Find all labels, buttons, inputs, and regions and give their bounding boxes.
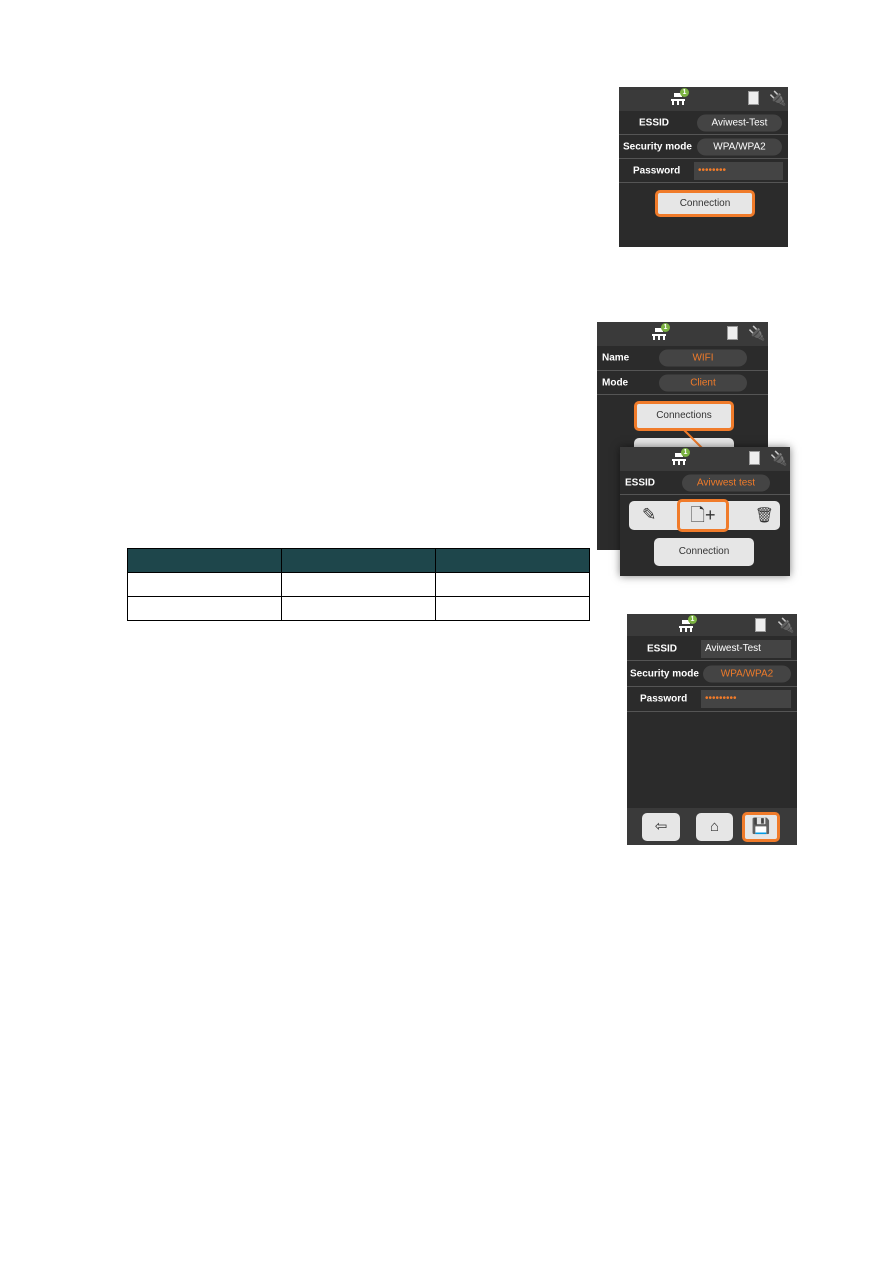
security-value[interactable]: WPA/WPA2 bbox=[697, 138, 782, 155]
wifi-connect-panel: 1 🔌 ESSID Aviwest-Test Security mode WPA… bbox=[619, 87, 788, 247]
mode-label: Mode bbox=[602, 377, 629, 388]
back-icon[interactable]: ⇦ bbox=[642, 813, 680, 841]
plug-icon[interactable]: 🔌 bbox=[770, 450, 787, 467]
add-file-icon[interactable]: 🗋+ bbox=[677, 499, 729, 532]
essid-label: ESSID bbox=[639, 117, 670, 129]
essid-row: ESSID Avivwest test bbox=[620, 471, 790, 495]
document-icon[interactable] bbox=[755, 618, 766, 632]
document-icon[interactable] bbox=[727, 326, 738, 340]
connections-popup: 1 🔌 ESSID Avivwest test ✎ 🗋+ 🗑 Connectio… bbox=[620, 447, 790, 576]
connections-button[interactable]: Connections bbox=[634, 401, 734, 431]
wifi-edit-panel: 1 🔌 ESSID Aviwest-Test Security mode WPA… bbox=[627, 614, 797, 845]
mode-row: Mode Client bbox=[597, 371, 768, 395]
save-icon[interactable]: 💾 bbox=[742, 812, 780, 842]
network-icon: 1 bbox=[652, 323, 670, 341]
essid-value[interactable]: Aviwest-Test bbox=[697, 114, 782, 132]
security-row: Security mode WPA/WPA2 bbox=[627, 661, 797, 687]
document-icon[interactable] bbox=[749, 451, 760, 465]
name-value[interactable]: WIFI bbox=[659, 349, 747, 367]
essid-row: ESSID Aviwest-Test bbox=[619, 112, 788, 135]
plug-icon[interactable]: 🔌 bbox=[748, 325, 765, 342]
document-icon[interactable] bbox=[748, 91, 759, 105]
panel-header: 1 🔌 bbox=[597, 322, 768, 346]
name-row: Name WIFI bbox=[597, 346, 768, 371]
panel-header: 1 🔌 bbox=[627, 614, 797, 636]
security-label: Security mode bbox=[630, 668, 699, 679]
network-icon: 1 bbox=[672, 448, 690, 466]
essid-label: ESSID bbox=[625, 477, 656, 488]
password-row: Password ••••••••• bbox=[627, 687, 797, 712]
password-row: Password •••••••• bbox=[619, 159, 788, 183]
connection-button[interactable]: Connection bbox=[654, 538, 754, 566]
security-value[interactable]: WPA/WPA2 bbox=[703, 665, 791, 682]
panel-header: 1 🔌 bbox=[619, 87, 788, 111]
essid-label: ESSID bbox=[647, 643, 678, 654]
password-field[interactable]: ••••••••• bbox=[701, 690, 791, 708]
plug-icon[interactable]: 🔌 bbox=[769, 90, 786, 107]
mode-value[interactable]: Client bbox=[659, 374, 747, 391]
connection-button[interactable]: Connection bbox=[655, 190, 755, 217]
edit-icon[interactable]: ✎ bbox=[642, 505, 656, 525]
security-row: Security mode WPA/WPA2 bbox=[619, 135, 788, 159]
essid-field[interactable]: Aviwest-Test bbox=[701, 639, 791, 658]
essid-row: ESSID Aviwest-Test bbox=[627, 637, 797, 661]
plug-icon[interactable]: 🔌 bbox=[777, 617, 794, 634]
essid-value[interactable]: Avivwest test bbox=[682, 474, 770, 491]
empty-table bbox=[127, 548, 590, 621]
name-label: Name bbox=[602, 352, 630, 364]
document-page: 1 🔌 ESSID Aviwest-Test Security mode WPA… bbox=[0, 0, 893, 1263]
footer-bar: ⇦ ⌂ 💾 bbox=[627, 808, 797, 845]
security-label: Security mode bbox=[623, 141, 692, 152]
password-label: Password bbox=[640, 693, 688, 705]
password-field[interactable]: •••••••• bbox=[694, 161, 783, 180]
panel-header: 1 🔌 bbox=[620, 447, 790, 471]
trash-icon[interactable]: 🗑 bbox=[755, 506, 774, 524]
network-icon: 1 bbox=[671, 88, 689, 106]
home-icon[interactable]: ⌂ bbox=[696, 813, 733, 841]
network-icon: 1 bbox=[679, 615, 697, 633]
password-label: Password bbox=[633, 165, 681, 176]
action-bar: ✎ 🗋+ 🗑 bbox=[629, 499, 780, 532]
